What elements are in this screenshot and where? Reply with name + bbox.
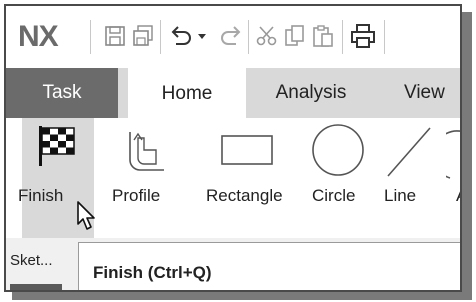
- app-window: NX Task Home Analysis View Finish Profil…: [4, 4, 462, 292]
- ribbon-panel: Finish Profile Rectangle Circle Line: [6, 118, 460, 238]
- tab-label: Home: [161, 83, 213, 104]
- save-all-icon[interactable]: [128, 21, 158, 51]
- quick-access-toolbar: NX: [6, 6, 460, 68]
- profile-label: Profile: [112, 186, 161, 205]
- toolbar-separator: [248, 20, 249, 54]
- copy-icon[interactable]: [280, 21, 310, 51]
- line-label: Line: [384, 186, 417, 205]
- tab-label: Analysis: [275, 82, 347, 103]
- tooltip: Finish (Ctrl+Q): [78, 242, 460, 290]
- finish-button[interactable]: Finish: [18, 118, 95, 238]
- circle-label: Circle: [312, 186, 356, 205]
- line-button[interactable]: Line: [376, 118, 436, 238]
- save-icon[interactable]: [100, 21, 130, 51]
- line-icon: [386, 124, 432, 183]
- checkered-flag-icon: [36, 124, 76, 173]
- mouse-cursor-icon: [76, 200, 98, 237]
- toolbar-separator: [90, 20, 91, 54]
- arc-button[interactable]: A: [432, 118, 460, 238]
- nx-logo: NX: [18, 20, 59, 53]
- paste-icon[interactable]: [308, 21, 338, 51]
- finish-label: Finish: [18, 186, 64, 205]
- circle-button[interactable]: Circle: [306, 118, 368, 238]
- rectangle-button[interactable]: Rectangle: [200, 118, 300, 238]
- profile-button[interactable]: Profile: [102, 118, 178, 238]
- redo-icon[interactable]: [216, 21, 246, 51]
- cut-icon[interactable]: [252, 21, 282, 51]
- lower-panel: Sket... Finish (Ctrl+Q): [6, 238, 460, 290]
- undo-dropdown-icon[interactable]: [192, 21, 212, 51]
- tab-task[interactable]: Task: [6, 68, 118, 118]
- profile-icon: [124, 128, 168, 181]
- tab-home[interactable]: Home: [128, 68, 246, 120]
- ribbon-tab-row: Task Home Analysis View: [6, 68, 460, 120]
- toolbar-separator: [342, 20, 343, 54]
- tooltip-text: Finish (Ctrl+Q): [93, 263, 212, 282]
- sketch-panel-bar: [10, 284, 62, 290]
- sketch-group-label: Sket...: [10, 252, 53, 269]
- rectangle-label: Rectangle: [206, 186, 283, 205]
- arc-icon: [432, 130, 460, 185]
- arc-label: A: [456, 186, 460, 206]
- tab-label: View: [404, 82, 445, 103]
- toolbar-separator: [384, 20, 385, 54]
- tab-view[interactable]: View: [404, 68, 460, 118]
- print-icon[interactable]: [348, 21, 378, 51]
- circle-icon: [310, 122, 366, 183]
- tab-analysis[interactable]: Analysis: [256, 68, 366, 118]
- rectangle-icon: [220, 134, 274, 173]
- window-shadow-bottom: [12, 292, 472, 300]
- window-shadow-right: [462, 12, 472, 296]
- tab-label: Task: [42, 82, 82, 103]
- toolbar-separator: [160, 20, 161, 54]
